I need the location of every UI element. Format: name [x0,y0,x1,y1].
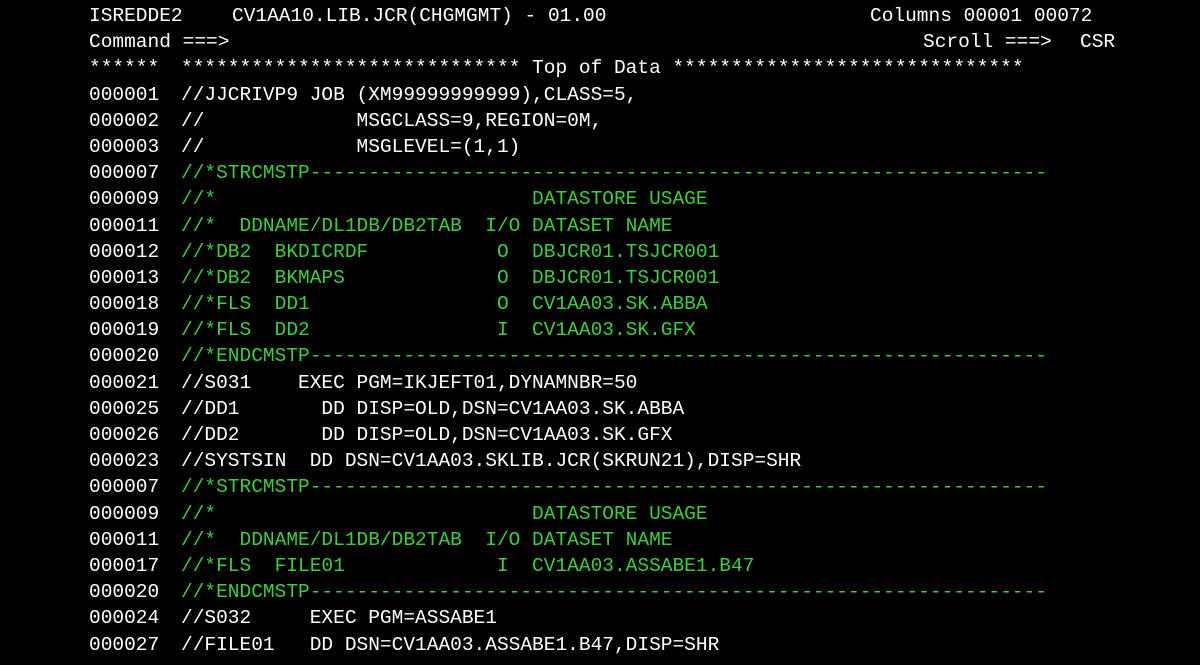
jcl-comment-text[interactable]: //* DDNAME/DL1DB/DB2TAB I/O DATASET NAME [181,213,672,239]
line-number-field[interactable]: 000009 [89,186,159,212]
source-line[interactable]: 000001 //JJCRIVP9 JOB (XM99999999999),CLA… [0,82,1200,108]
jcl-comment-text[interactable]: //*STRCMSTP-----------------------------… [181,474,1047,500]
source-line[interactable]: 000012 //*DB2 BKDICRDF O DBJCR01.TSJCR001 [0,239,1200,265]
line-number-field[interactable]: 000025 [89,396,159,422]
source-line[interactable]: 000017 //*FLS FILE01 I CV1AA03.ASSABE1.B4… [0,553,1200,579]
line-number-field[interactable]: 000020 [89,343,159,369]
source-line[interactable]: 000026 //DD2 DD DISP=OLD,DSN=CV1AA03.SK.G… [0,422,1200,448]
source-line[interactable]: 000002 // MSGCLASS=9,REGION=0M, [0,108,1200,134]
jcl-statement-text[interactable]: //DD2 DD DISP=OLD,DSN=CV1AA03.SK.GFX [181,422,672,448]
source-line[interactable]: 000011 //* DDNAME/DL1DB/DB2TAB I/O DATASE… [0,527,1200,553]
jcl-comment-text[interactable]: //*STRCMSTP-----------------------------… [181,160,1047,186]
line-number-field[interactable]: 000027 [89,632,159,658]
source-line[interactable]: 000027 //FILE01 DD DSN=CV1AA03.ASSABE1.B4… [0,632,1200,658]
source-line[interactable]: 000007 //*STRCMSTP-----------------------… [0,160,1200,186]
jcl-comment-text[interactable]: //*ENDCMSTP-----------------------------… [181,579,1047,605]
line-number-field[interactable]: 000007 [89,160,159,186]
jcl-statement-text[interactable]: // MSGCLASS=9,REGION=0M, [181,108,602,134]
source-line[interactable]: 000023 //SYSTSIN DD DSN=CV1AA03.SKLIB.JCR… [0,448,1200,474]
source-line[interactable]: 000024 //S032 EXEC PGM=ASSABE1 [0,605,1200,631]
jcl-comment-text[interactable]: //*DB2 BKMAPS O DBJCR01.TSJCR001 [181,265,719,291]
source-line[interactable]: 000018 //*FLS DD1 O CV1AA03.SK.ABBA [0,291,1200,317]
line-number-field[interactable]: 000011 [89,527,159,553]
jcl-statement-text[interactable]: //SYSTSIN DD DSN=CV1AA03.SKLIB.JCR(SKRUN… [181,448,801,474]
top-of-data-banner: ***************************** Top of Dat… [181,57,1024,80]
line-number-field[interactable]: 000017 [89,553,159,579]
top-of-data-stars: ****** [89,57,160,80]
line-number-field[interactable]: 000002 [89,108,159,134]
command-label: Command ===> [89,31,230,54]
title-row: ISREDDE2 CV1AA10.LIB.JCR(CHGMGMT) - 01.0… [0,3,1200,29]
jcl-comment-text[interactable]: //* DATASTORE USAGE [181,501,708,527]
jcl-comment-text[interactable]: //* DATASTORE USAGE [181,186,708,212]
line-number-field[interactable]: 000012 [89,239,159,265]
command-input[interactable] [256,31,896,54]
command-row: Command ===> Scroll ===> CSR [0,29,1200,55]
source-line[interactable]: 000025 //DD1 DD DISP=OLD,DSN=CV1AA03.SK.A… [0,396,1200,422]
source-line[interactable]: 000013 //*DB2 BKMAPS O DBJCR01.TSJCR001 [0,265,1200,291]
top-of-data-row: ****** ***************************** Top… [0,55,1200,81]
columns-indicator: Columns 00001 00072 [870,5,1093,27]
line-number-field[interactable]: 000026 [89,422,159,448]
scroll-amount-field[interactable]: CSR [1080,29,1115,55]
line-number-field[interactable]: 000013 [89,265,159,291]
jcl-comment-text[interactable]: //*FLS DD1 O CV1AA03.SK.ABBA [181,291,708,317]
dataset-title: CV1AA10.LIB.JCR(CHGMGMT) - 01.00 [232,5,607,27]
jcl-statement-text[interactable]: //S031 EXEC PGM=IKJEFT01,DYNAMNBR=50 [181,370,637,396]
source-line[interactable]: 000020 //*ENDCMSTP-----------------------… [0,343,1200,369]
jcl-statement-text[interactable]: //S032 EXEC PGM=ASSABE1 [181,605,497,631]
line-number-field[interactable]: 000023 [89,448,159,474]
jcl-statement-text[interactable]: //DD1 DD DISP=OLD,DSN=CV1AA03.SK.ABBA [181,396,684,422]
source-line[interactable]: 000007 //*STRCMSTP-----------------------… [0,474,1200,500]
line-number-field[interactable]: 000001 [89,82,159,108]
jcl-comment-text[interactable]: //*ENDCMSTP-----------------------------… [181,343,1047,369]
source-lines: 000001 //JJCRIVP9 JOB (XM99999999999),CLA… [0,82,1200,658]
ispf-edit-panel: ISREDDE2 CV1AA10.LIB.JCR(CHGMGMT) - 01.0… [0,3,1200,658]
panel-id: ISREDDE2 [89,5,183,27]
jcl-comment-text[interactable]: //*FLS FILE01 I CV1AA03.ASSABE1.B47 [181,553,754,579]
jcl-comment-text[interactable]: //*FLS DD2 I CV1AA03.SK.GFX [181,317,696,343]
line-number-field[interactable]: 000011 [89,213,159,239]
jcl-statement-text[interactable]: //JJCRIVP9 JOB (XM99999999999),CLASS=5, [181,82,637,108]
source-line[interactable]: 000003 // MSGLEVEL=(1,1) [0,134,1200,160]
line-number-field[interactable]: 000007 [89,474,159,500]
jcl-statement-text[interactable]: // MSGLEVEL=(1,1) [181,134,520,160]
line-number-field[interactable]: 000021 [89,370,159,396]
line-number-field[interactable]: 000003 [89,134,159,160]
source-line[interactable]: 000009 //* DATASTORE USAGE [0,186,1200,212]
line-number-field[interactable]: 000009 [89,501,159,527]
line-number-field[interactable]: 000024 [89,605,159,631]
line-number-field[interactable]: 000018 [89,291,159,317]
jcl-statement-text[interactable]: //FILE01 DD DSN=CV1AA03.ASSABE1.B47,DISP… [181,632,719,658]
source-line[interactable]: 000021 //S031 EXEC PGM=IKJEFT01,DYNAMNBR=… [0,370,1200,396]
jcl-comment-text[interactable]: //*DB2 BKDICRDF O DBJCR01.TSJCR001 [181,239,719,265]
scroll-label: Scroll ===> [923,31,1052,54]
source-line[interactable]: 000011 //* DDNAME/DL1DB/DB2TAB I/O DATASE… [0,213,1200,239]
line-number-field[interactable]: 000019 [89,317,159,343]
source-line[interactable]: 000020 //*ENDCMSTP-----------------------… [0,579,1200,605]
line-number-field[interactable]: 000020 [89,579,159,605]
jcl-comment-text[interactable]: //* DDNAME/DL1DB/DB2TAB I/O DATASET NAME [181,527,672,553]
source-line[interactable]: 000009 //* DATASTORE USAGE [0,501,1200,527]
source-line[interactable]: 000019 //*FLS DD2 I CV1AA03.SK.GFX [0,317,1200,343]
